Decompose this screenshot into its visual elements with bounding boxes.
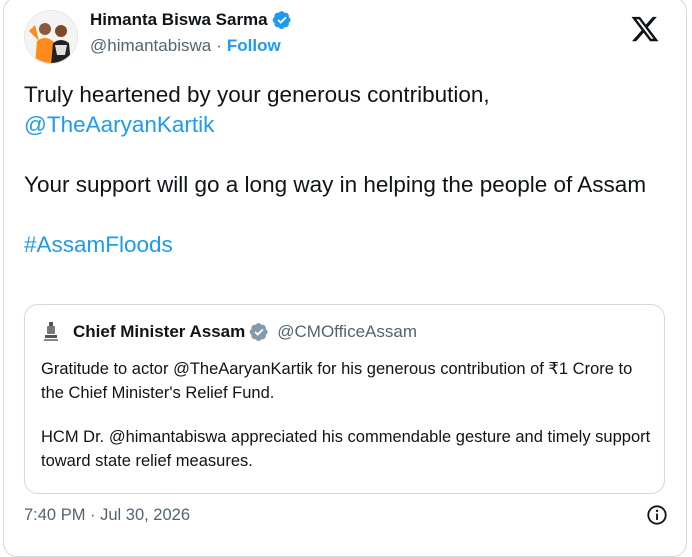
author-name[interactable]: Himanta Biswa Sarma xyxy=(90,10,268,30)
tweet-text: Truly heartened by your generous contrib… xyxy=(24,80,664,260)
author-handle[interactable]: @himantabiswa xyxy=(90,36,211,56)
verified-badge-icon xyxy=(272,11,291,29)
quoted-header: Chief Minister Assam @CMOfficeAssam xyxy=(41,321,417,343)
follow-button[interactable]: Follow xyxy=(227,36,281,56)
x-logo-icon[interactable] xyxy=(630,14,660,44)
mention-link[interactable]: @TheAaryanKartik xyxy=(24,112,214,137)
state-emblem-icon xyxy=(44,322,58,341)
avatar[interactable] xyxy=(24,10,78,64)
tweet-card: Himanta Biswa Sarma @himantabiswa · Foll… xyxy=(3,0,687,557)
verified-badge-icon xyxy=(249,323,268,341)
avatar-image xyxy=(25,11,77,63)
quoted-paragraph-1: Gratitude to actor @TheAaryanKartik for … xyxy=(41,360,633,402)
quoted-author-handle[interactable]: @CMOfficeAssam xyxy=(277,322,417,342)
hashtag-link[interactable]: #AssamFloods xyxy=(24,232,173,257)
separator: · xyxy=(216,36,222,55)
quoted-paragraph-2: HCM Dr. @himantabiswa appreciated his co… xyxy=(41,428,651,470)
tweet-footer: 7:40 PM · Jul 30, 2026 xyxy=(24,504,668,526)
tweet-header: Himanta Biswa Sarma @himantabiswa · Foll… xyxy=(24,10,674,70)
tweet-line-1: Truly heartened by your generous contrib… xyxy=(24,82,490,107)
timestamp[interactable]: 7:40 PM · Jul 30, 2026 xyxy=(24,506,190,524)
author-sub-row: @himantabiswa · Follow xyxy=(90,36,281,56)
quoted-author-name[interactable]: Chief Minister Assam xyxy=(73,322,245,342)
quoted-text: Gratitude to actor @TheAaryanKartik for … xyxy=(41,357,651,473)
info-icon[interactable] xyxy=(646,504,668,526)
author-name-row: Himanta Biswa Sarma xyxy=(90,10,292,30)
tweet-line-2: Your support will go a long way in helpi… xyxy=(24,172,647,197)
quoted-tweet[interactable]: Chief Minister Assam @CMOfficeAssam Grat… xyxy=(24,304,665,494)
